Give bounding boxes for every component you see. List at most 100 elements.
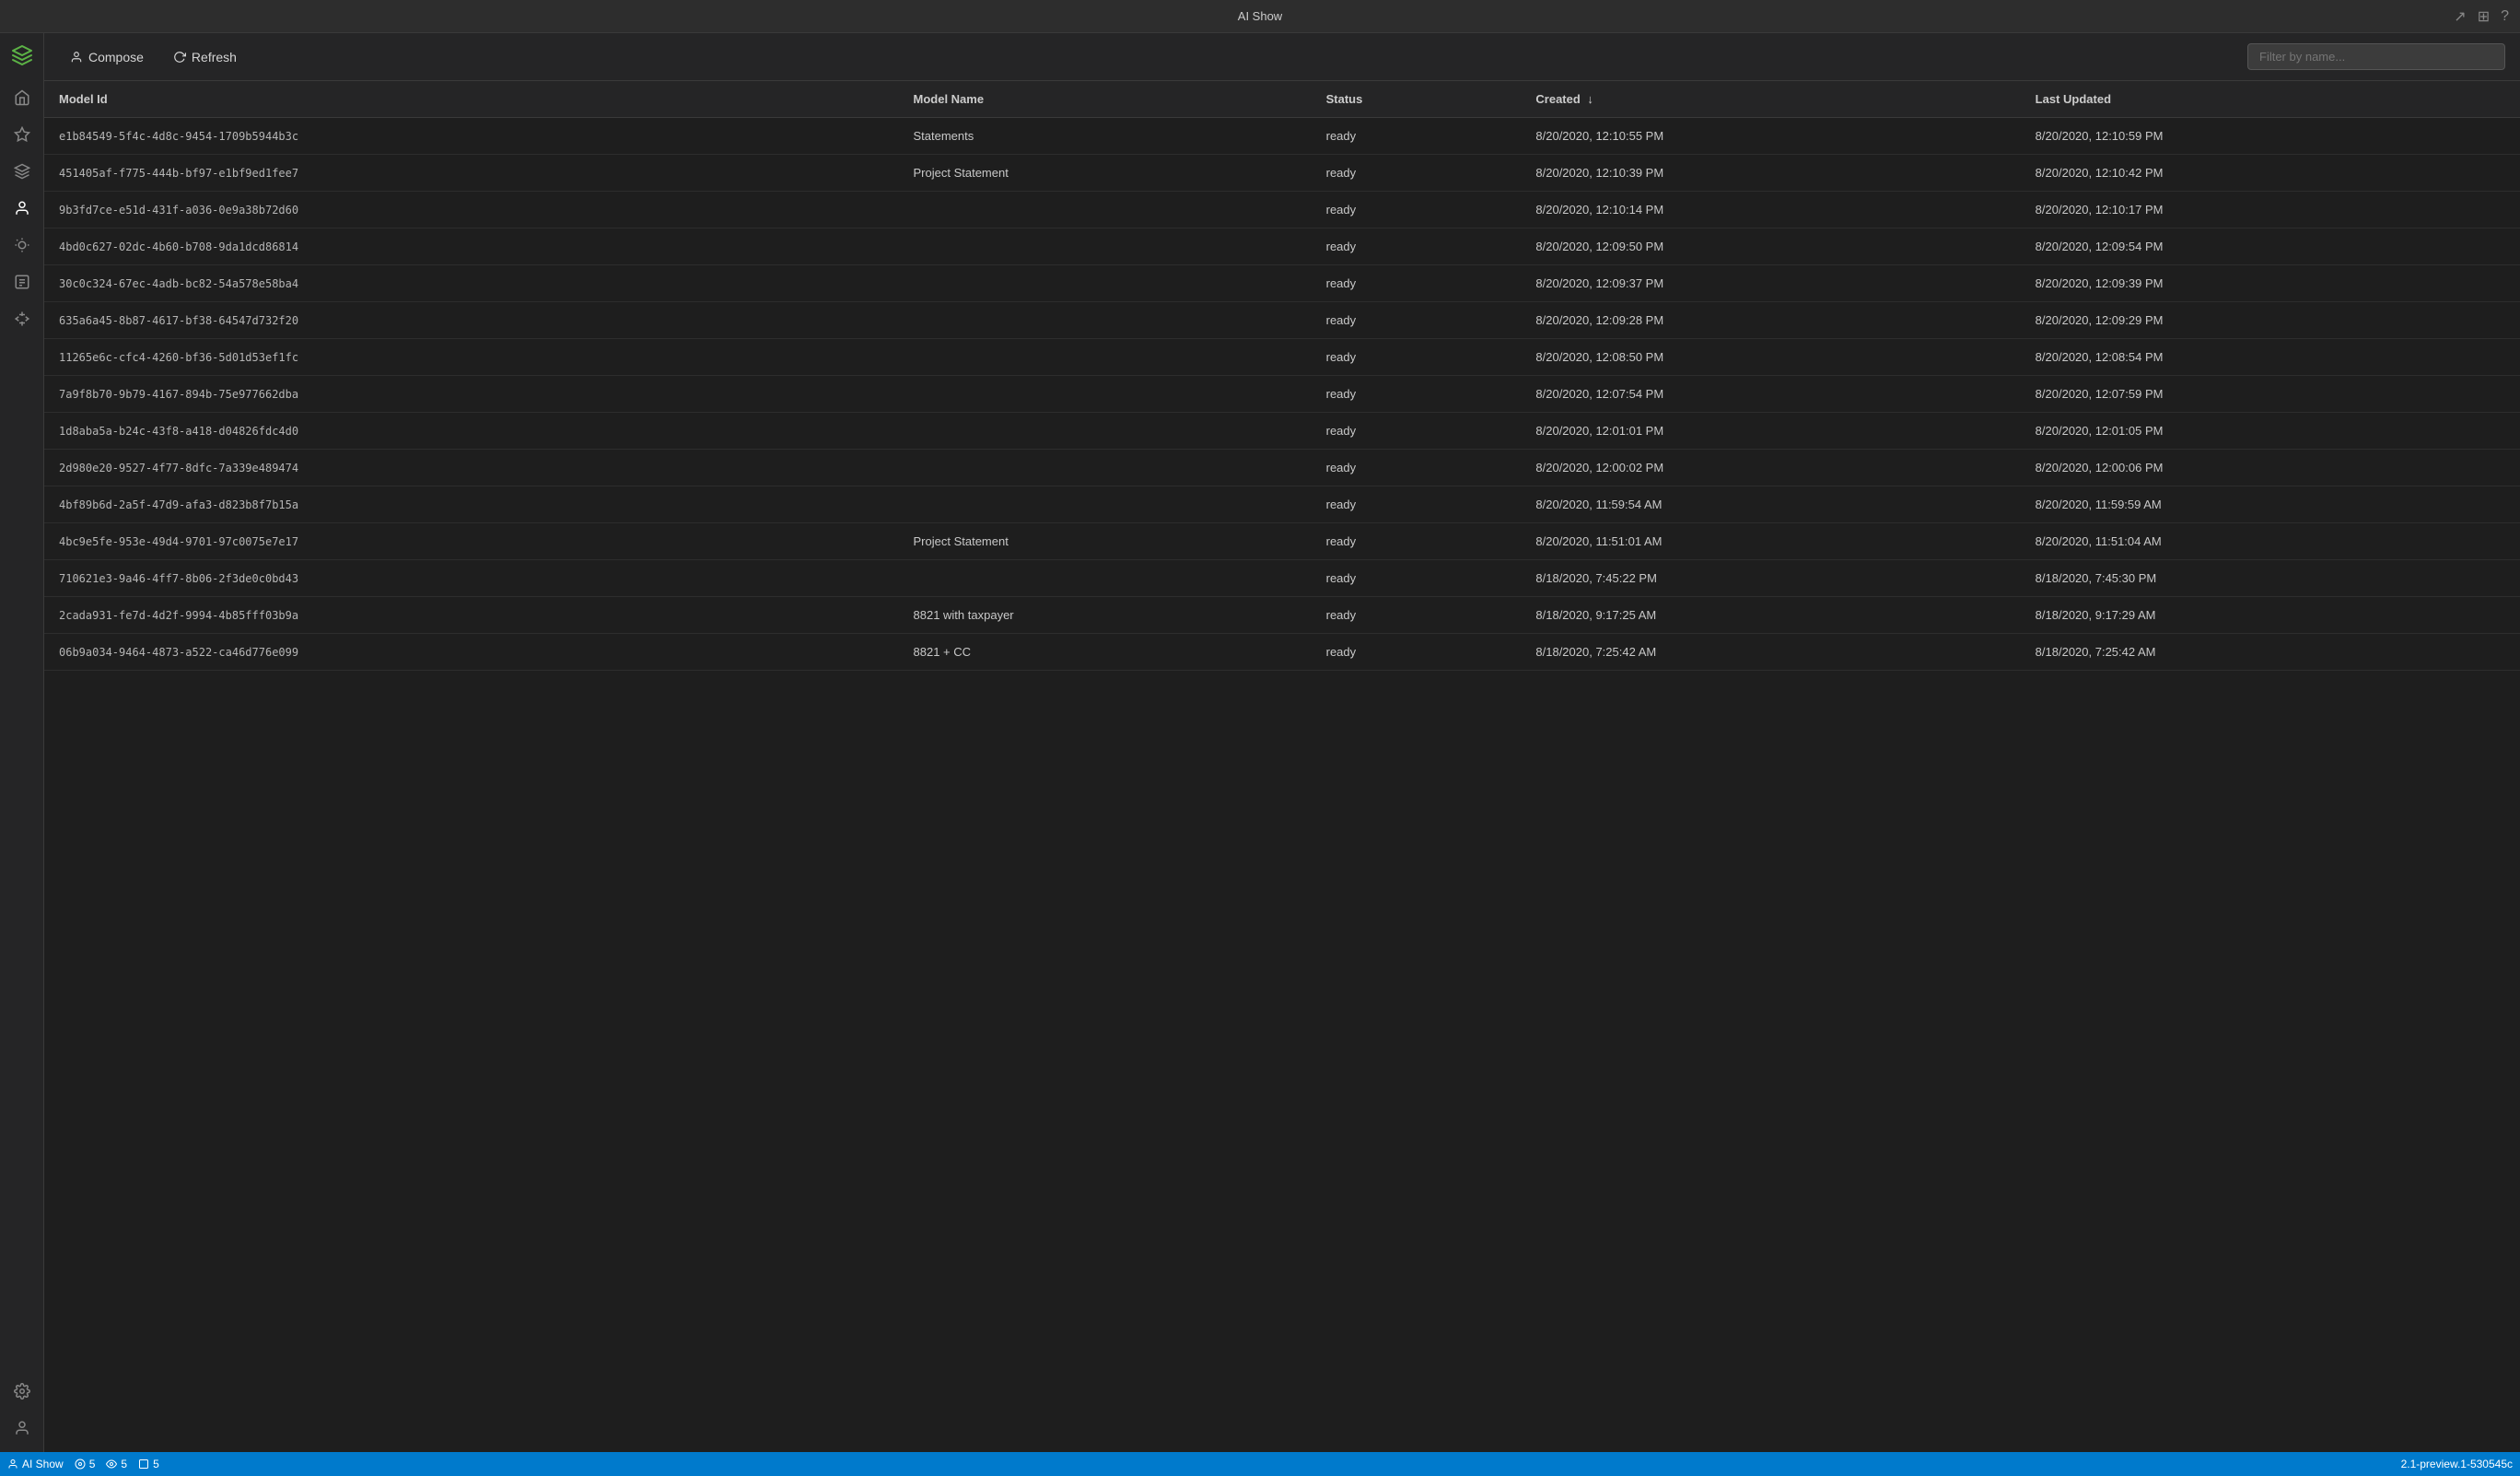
table-row[interactable]: 7a9f8b70-9b79-4167-894b-75e977662dba rea… xyxy=(44,376,2520,413)
table-row[interactable]: 4bc9e5fe-953e-49d4-9701-97c0075e7e17 Pro… xyxy=(44,523,2520,560)
cell-model-id: 451405af-f775-444b-bf97-e1bf9ed1fee7 xyxy=(44,155,899,192)
table-row[interactable]: 11265e6c-cfc4-4260-bf36-5d01d53ef1fc rea… xyxy=(44,339,2520,376)
filter-input[interactable] xyxy=(2247,43,2505,70)
compose-button[interactable]: Compose xyxy=(59,44,155,70)
cell-last-updated: 8/20/2020, 12:09:39 PM xyxy=(2021,265,2520,302)
cell-model-id: 710621e3-9a46-4ff7-8b06-2f3de0c0bd43 xyxy=(44,560,899,597)
cell-model-name: 8821 + CC xyxy=(899,634,1312,671)
cell-status: ready xyxy=(1312,486,1522,523)
cell-status: ready xyxy=(1312,413,1522,450)
sidebar-item-person[interactable] xyxy=(6,192,39,225)
cell-last-updated: 8/20/2020, 12:10:17 PM xyxy=(2021,192,2520,228)
sidebar-item-bookmark[interactable] xyxy=(6,118,39,151)
cell-model-name xyxy=(899,560,1312,597)
cell-last-updated: 8/20/2020, 12:00:06 PM xyxy=(2021,450,2520,486)
table-row[interactable]: 2d980e20-9527-4f77-8dfc-7a339e489474 rea… xyxy=(44,450,2520,486)
cell-model-name xyxy=(899,486,1312,523)
app-title: AI Show xyxy=(1238,9,1282,23)
status-icon3 xyxy=(138,1458,149,1470)
status-count3-value: 5 xyxy=(153,1458,159,1470)
table-row[interactable]: 635a6a45-8b87-4617-bf38-64547d732f20 rea… xyxy=(44,302,2520,339)
sidebar-item-layers[interactable] xyxy=(6,155,39,188)
layout-icon[interactable]: ⊞ xyxy=(2478,7,2490,26)
status-count3: 5 xyxy=(138,1458,159,1470)
cell-model-name: 8821 with taxpayer xyxy=(899,597,1312,634)
share-icon[interactable]: ↗ xyxy=(2454,7,2466,26)
table-row[interactable]: 4bf89b6d-2a5f-47d9-afa3-d823b8f7b15a rea… xyxy=(44,486,2520,523)
cell-created: 8/20/2020, 12:10:14 PM xyxy=(1521,192,2020,228)
cell-model-name xyxy=(899,339,1312,376)
col-header-model-name[interactable]: Model Name xyxy=(899,81,1312,118)
cell-status: ready xyxy=(1312,597,1522,634)
col-header-status[interactable]: Status xyxy=(1312,81,1522,118)
col-header-created[interactable]: Created ↓ xyxy=(1521,81,2020,118)
cell-status: ready xyxy=(1312,450,1522,486)
cell-created: 8/20/2020, 12:09:37 PM xyxy=(1521,265,2020,302)
sidebar-bottom xyxy=(6,1375,39,1452)
app-body: Compose Refresh Model Id Model Name Stat… xyxy=(0,33,2520,1452)
status-icon1 xyxy=(75,1458,86,1470)
table-body: e1b84549-5f4c-4d8c-9454-1709b5944b3c Sta… xyxy=(44,118,2520,671)
cell-status: ready xyxy=(1312,560,1522,597)
cell-model-id: 635a6a45-8b87-4617-bf38-64547d732f20 xyxy=(44,302,899,339)
cell-last-updated: 8/18/2020, 7:45:30 PM xyxy=(2021,560,2520,597)
status-version-label: 2.1-preview.1-530545c xyxy=(2401,1458,2513,1470)
cell-model-name xyxy=(899,192,1312,228)
sidebar-item-account[interactable] xyxy=(6,1412,39,1445)
status-bar: AI Show 5 5 5 2.1-preview.1-530545c xyxy=(0,1452,2520,1476)
table-row[interactable]: e1b84549-5f4c-4d8c-9454-1709b5944b3c Sta… xyxy=(44,118,2520,155)
cell-model-id: 06b9a034-9464-4873-a522-ca46d776e099 xyxy=(44,634,899,671)
sidebar-item-doc[interactable] xyxy=(6,265,39,299)
status-app-name: AI Show xyxy=(7,1458,64,1470)
status-count2: 5 xyxy=(106,1458,127,1470)
table-container: Model Id Model Name Status Created ↓ Las… xyxy=(44,81,2520,1452)
status-app-label: AI Show xyxy=(22,1458,64,1470)
cell-status: ready xyxy=(1312,523,1522,560)
models-table: Model Id Model Name Status Created ↓ Las… xyxy=(44,81,2520,671)
cell-last-updated: 8/20/2020, 12:09:54 PM xyxy=(2021,228,2520,265)
sidebar-item-plug[interactable] xyxy=(6,302,39,335)
table-row[interactable]: 451405af-f775-444b-bf97-e1bf9ed1fee7 Pro… xyxy=(44,155,2520,192)
cell-status: ready xyxy=(1312,634,1522,671)
cell-model-name xyxy=(899,302,1312,339)
cell-created: 8/20/2020, 12:09:50 PM xyxy=(1521,228,2020,265)
table-row[interactable]: 30c0c324-67ec-4adb-bc82-54a578e58ba4 rea… xyxy=(44,265,2520,302)
cell-last-updated: 8/20/2020, 11:51:04 AM xyxy=(2021,523,2520,560)
table-row[interactable]: 4bd0c627-02dc-4b60-b708-9da1dcd86814 rea… xyxy=(44,228,2520,265)
status-count1-value: 5 xyxy=(89,1458,96,1470)
cell-model-id: 30c0c324-67ec-4adb-bc82-54a578e58ba4 xyxy=(44,265,899,302)
table-row[interactable]: 9b3fd7ce-e51d-431f-a036-0e9a38b72d60 rea… xyxy=(44,192,2520,228)
col-header-last-updated[interactable]: Last Updated xyxy=(2021,81,2520,118)
help-icon[interactable]: ? xyxy=(2501,8,2509,25)
cell-created: 8/20/2020, 11:59:54 AM xyxy=(1521,486,2020,523)
cell-status: ready xyxy=(1312,339,1522,376)
cell-created: 8/18/2020, 7:25:42 AM xyxy=(1521,634,2020,671)
cell-created: 8/20/2020, 12:10:39 PM xyxy=(1521,155,2020,192)
sidebar-item-bulb[interactable] xyxy=(6,228,39,262)
cell-status: ready xyxy=(1312,265,1522,302)
cell-created: 8/20/2020, 12:07:54 PM xyxy=(1521,376,2020,413)
status-count1: 5 xyxy=(75,1458,96,1470)
cell-model-name: Statements xyxy=(899,118,1312,155)
table-row[interactable]: 1d8aba5a-b24c-43f8-a418-d04826fdc4d0 rea… xyxy=(44,413,2520,450)
table-row[interactable]: 710621e3-9a46-4ff7-8b06-2f3de0c0bd43 rea… xyxy=(44,560,2520,597)
cell-model-name xyxy=(899,228,1312,265)
cell-model-id: 2d980e20-9527-4f77-8dfc-7a339e489474 xyxy=(44,450,899,486)
table-row[interactable]: 06b9a034-9464-4873-a522-ca46d776e099 882… xyxy=(44,634,2520,671)
cell-created: 8/20/2020, 12:00:02 PM xyxy=(1521,450,2020,486)
created-sort-icon: ↓ xyxy=(1587,92,1593,106)
cell-model-id: 2cada931-fe7d-4d2f-9994-4b85fff03b9a xyxy=(44,597,899,634)
cell-model-name xyxy=(899,413,1312,450)
cell-created: 8/18/2020, 7:45:22 PM xyxy=(1521,560,2020,597)
col-header-model-id[interactable]: Model Id xyxy=(44,81,899,118)
cell-created: 8/20/2020, 12:09:28 PM xyxy=(1521,302,2020,339)
cell-status: ready xyxy=(1312,155,1522,192)
cell-created: 8/20/2020, 12:10:55 PM xyxy=(1521,118,2020,155)
sidebar-item-settings[interactable] xyxy=(6,1375,39,1408)
sidebar-item-home[interactable] xyxy=(6,81,39,114)
refresh-button[interactable]: Refresh xyxy=(162,44,248,70)
cell-model-id: 4bf89b6d-2a5f-47d9-afa3-d823b8f7b15a xyxy=(44,486,899,523)
table-row[interactable]: 2cada931-fe7d-4d2f-9994-4b85fff03b9a 882… xyxy=(44,597,2520,634)
title-bar: AI Show ↗ ⊞ ? xyxy=(0,0,2520,33)
cell-last-updated: 8/20/2020, 12:09:29 PM xyxy=(2021,302,2520,339)
